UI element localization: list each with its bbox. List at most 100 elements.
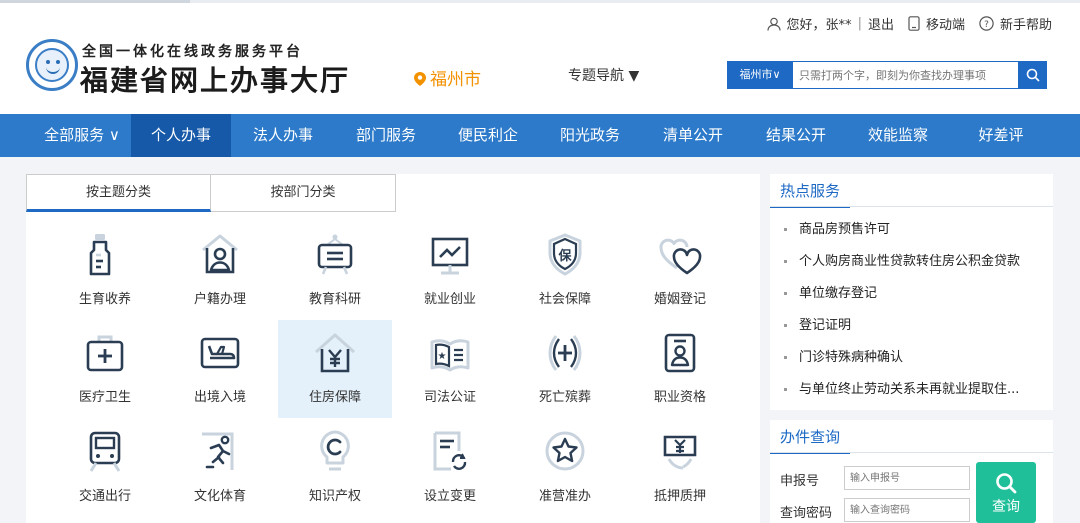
city-name: 福州市 (430, 70, 481, 90)
divider (770, 206, 1053, 207)
hot-service-item[interactable]: 登记证明 (770, 310, 1053, 342)
category-label: 职业资格 (653, 390, 706, 405)
tab-by-department[interactable]: 按部门分类 (211, 174, 396, 212)
hot-service-label: 与单位终止劳动关系未再就业提取住... (799, 382, 1020, 397)
bullet (784, 228, 787, 231)
bullet (784, 260, 787, 263)
logo-emblem (35, 48, 69, 82)
topic-nav-dropdown[interactable]: 专题导航 ▼ (568, 65, 639, 85)
case-query-panel: 办件查询 申报号 查询密码 查询 (770, 420, 1053, 523)
star-badge-icon (545, 431, 585, 471)
site-logo[interactable] (26, 39, 78, 91)
site-header: 全国一体化在线政务服务平台 福建省网上办事大厅 福州市 专题导航 ▼ 您好，张*… (0, 3, 1080, 114)
logo-eye-left (46, 60, 50, 64)
category-establishment-change[interactable]: 设立变更 (393, 419, 507, 517)
main-nav: 全部服务 ∨ 个人办事 法人办事 部门服务 便民利企 阳光政务 清单公开 结果公… (0, 114, 1080, 157)
category-panel: 按主题分类 按部门分类 生育收养 户籍办理 教育科研 就业创业 保 社会保障 婚… (26, 174, 760, 523)
house-yuan-icon (314, 333, 356, 373)
category-justice-notary[interactable]: ★ 司法公证 (393, 320, 507, 418)
runner-icon (202, 432, 234, 470)
application-number-label: 申报号 (780, 474, 820, 489)
search-input[interactable] (793, 61, 1019, 89)
query-password-input[interactable] (844, 498, 970, 522)
logout-link[interactable]: 退出 (868, 14, 894, 33)
nav-legal-entity[interactable]: 法人办事 (233, 114, 333, 157)
category-culture-sports[interactable]: 文化体育 (163, 419, 277, 517)
blackboard-icon (317, 234, 353, 275)
search-button[interactable] (1019, 61, 1047, 89)
nav-result-disclosure[interactable]: 结果公开 (746, 114, 846, 157)
category-label: 交通出行 (78, 489, 131, 504)
nav-convenience[interactable]: 便民利企 (438, 114, 538, 157)
document-refresh-icon (433, 431, 467, 471)
search-bar: 福州市∨ (727, 61, 1047, 89)
category-education[interactable]: 教育科研 (278, 222, 392, 320)
site-title[interactable]: 福建省网上办事大厅 (80, 59, 350, 99)
category-employment[interactable]: 就业创业 (393, 222, 507, 320)
help-link[interactable]: 新手帮助 (1000, 14, 1052, 33)
category-label: 抵押质押 (653, 489, 706, 504)
hot-services-list: 商品房预售许可 个人购房商业性贷款转住房公积金贷款 单位缴存登记 登记证明 门诊… (770, 214, 1053, 406)
tab-by-theme[interactable]: 按主题分类 (26, 174, 211, 212)
hot-service-item[interactable]: 个人购房商业性贷款转住房公积金贷款 (770, 246, 1053, 278)
nav-efficiency[interactable]: 效能监察 (848, 114, 948, 157)
category-tabs: 按主题分类 按部门分类 (26, 174, 396, 212)
funeral-cross-icon (548, 335, 582, 371)
nav-evaluation[interactable]: 好差评 (951, 114, 1051, 157)
category-funeral[interactable]: 死亡殡葬 (508, 320, 622, 418)
category-exit-entry[interactable]: 出境入境 (163, 320, 277, 418)
category-transport[interactable]: 交通出行 (48, 419, 162, 517)
category-label: 设立变更 (423, 489, 476, 504)
airplane-icon (200, 337, 240, 369)
logo-smile (46, 66, 60, 74)
application-number-input[interactable] (844, 466, 970, 490)
category-label: 医疗卫生 (78, 390, 131, 405)
nav-list-disclosure[interactable]: 清单公开 (643, 114, 743, 157)
mobile-link[interactable]: 移动端 (926, 14, 965, 33)
hot-service-label: 登记证明 (799, 318, 852, 333)
city-selector[interactable]: 福州市 (414, 65, 481, 90)
hot-service-label: 商品房预售许可 (799, 222, 891, 237)
category-medical[interactable]: 医疗卫生 (48, 320, 162, 418)
category-qualification[interactable]: 职业资格 (623, 320, 737, 418)
category-mortgage-pledge[interactable]: 抵押质押 (623, 419, 737, 517)
category-label: 文化体育 (193, 489, 246, 504)
bullet (784, 324, 787, 327)
search-city-select[interactable]: 福州市∨ (727, 61, 793, 89)
category-household[interactable]: 户籍办理 (163, 222, 277, 320)
query-password-label: 查询密码 (780, 506, 833, 521)
svg-text:保: 保 (557, 248, 572, 264)
hot-service-item[interactable]: 门诊特殊病种确认 (770, 342, 1053, 374)
nav-department[interactable]: 部门服务 (336, 114, 436, 157)
hot-services-title: 热点服务 (770, 174, 851, 208)
nav-open-government[interactable]: 阳光政务 (540, 114, 640, 157)
category-marriage[interactable]: 婚姻登记 (623, 222, 737, 320)
nav-all-services[interactable]: 全部服务 ∨ (26, 114, 138, 157)
category-social-security[interactable]: 保 社会保障 (508, 222, 622, 320)
category-label: 户籍办理 (193, 292, 246, 307)
category-label: 死亡殡葬 (538, 390, 591, 405)
logo-eye-right (56, 60, 60, 64)
query-password-row: 查询密码 (780, 498, 970, 522)
application-number-row: 申报号 (780, 466, 970, 490)
category-label: 出境入境 (193, 390, 246, 405)
nav-personal[interactable]: 个人办事 (131, 114, 231, 157)
user-bar: 您好，张** | 退出 移动端 ? 新手帮助 (766, 14, 1052, 33)
hot-service-item[interactable]: 与单位终止劳动关系未再就业提取住... (770, 374, 1053, 406)
medical-kit-icon (86, 335, 124, 372)
category-intellectual-property[interactable]: 知识产权 (278, 419, 392, 517)
hot-service-item[interactable]: 单位缴存登记 (770, 278, 1053, 310)
category-label: 知识产权 (308, 489, 361, 504)
user-greeting[interactable]: 您好，张** (787, 14, 852, 33)
category-label: 生育收养 (78, 292, 131, 307)
category-business-permit[interactable]: 准营准办 (508, 419, 622, 517)
hot-service-item[interactable]: 商品房预售许可 (770, 214, 1053, 246)
category-birth-adoption[interactable]: 生育收养 (48, 222, 162, 320)
svg-text:★: ★ (438, 351, 447, 362)
shield-bao-icon: 保 (548, 233, 582, 276)
train-icon (89, 431, 121, 472)
site-subtitle: 全国一体化在线政务服务平台 (82, 44, 303, 60)
category-housing[interactable]: 住房保障 (278, 320, 392, 418)
query-button[interactable]: 查询 (976, 462, 1036, 523)
search-icon (1026, 68, 1040, 82)
